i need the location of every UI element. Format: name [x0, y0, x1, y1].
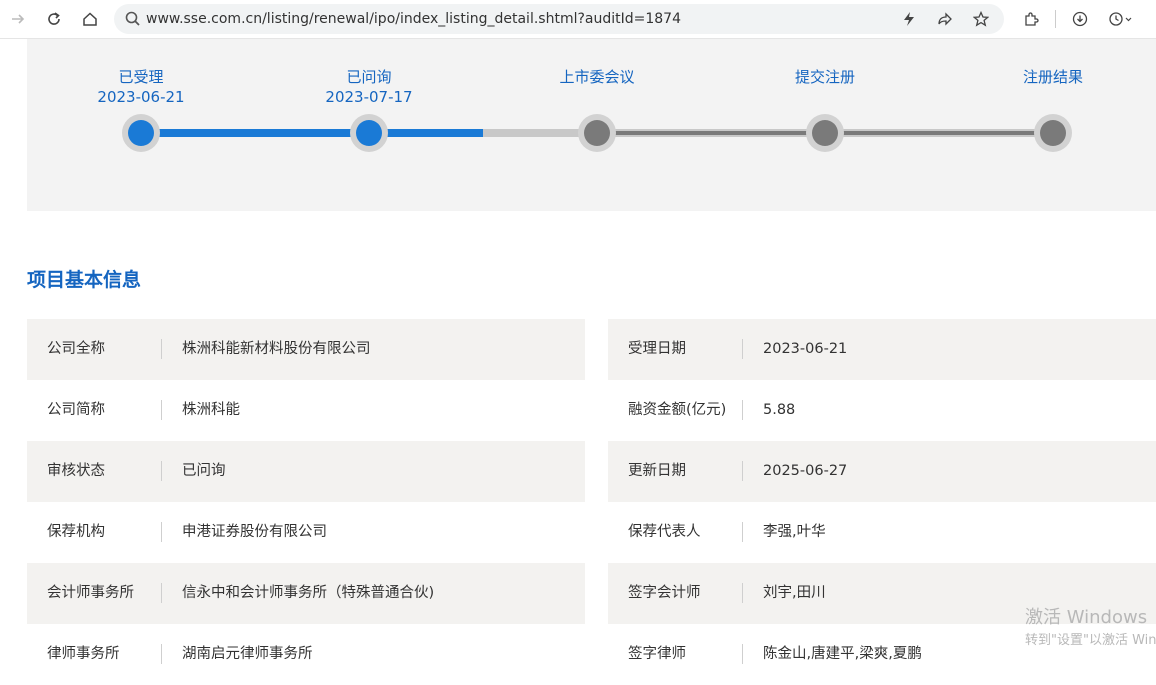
info-row-accounting-firm: 会计师事务所 信永中和会计师事务所（特殊普通合伙): [27, 563, 585, 624]
step-date: 2023-06-21: [97, 88, 185, 106]
info-label: 会计师事务所: [47, 585, 134, 601]
info-label: 更新日期: [628, 463, 686, 479]
info-value: 5.88: [763, 402, 796, 418]
history-icon[interactable]: [1106, 9, 1136, 29]
info-divider: [742, 522, 743, 542]
info-value: 株洲科能新材料股份有限公司: [182, 341, 371, 357]
step-name: 上市委会议: [559, 68, 635, 86]
info-row-company-name: 公司全称 株洲科能新材料股份有限公司: [27, 319, 585, 380]
info-row-company-short-name: 公司简称 株洲科能: [27, 380, 585, 441]
info-label: 保荐代表人: [628, 524, 701, 540]
info-divider: [161, 400, 162, 420]
info-value: 申港证券股份有限公司: [182, 524, 327, 540]
info-divider: [161, 461, 162, 481]
toolbar-divider: [1055, 10, 1056, 28]
step-name: 提交注册: [794, 68, 855, 86]
home-icon[interactable]: [79, 8, 101, 30]
info-value: 2023-06-21: [763, 341, 848, 357]
progress-track-fill: [141, 129, 483, 137]
step-label-accepted: 已受理 2023-06-21: [61, 67, 221, 107]
info-value: 已问询: [182, 463, 226, 479]
info-value: 2025-06-27: [763, 463, 848, 479]
step-name: 已受理: [118, 68, 164, 86]
info-divider: [742, 461, 743, 481]
address-bar[interactable]: www.sse.com.cn/listing/renewal/ipo/index…: [114, 4, 1004, 34]
step-dot-inquired: [350, 114, 388, 152]
info-row-accept-date: 受理日期 2023-06-21: [608, 319, 1156, 380]
info-row-review-status: 审核状态 已问询: [27, 441, 585, 502]
info-divider: [161, 522, 162, 542]
step-name: 已问询: [346, 68, 392, 86]
step-dot-listing-committee: [578, 114, 616, 152]
info-label: 签字会计师: [628, 585, 701, 601]
share-icon[interactable]: [936, 10, 954, 28]
info-row-sponsor: 保荐机构 申港证券股份有限公司: [27, 502, 585, 563]
info-divider: [742, 583, 743, 603]
info-divider: [161, 339, 162, 359]
step-name: 注册结果: [1022, 68, 1083, 86]
info-value: 李强,叶华: [763, 524, 826, 540]
info-value: 信永中和会计师事务所（特殊普通合伙): [182, 585, 435, 601]
info-value: 湖南启元律师事务所: [182, 646, 313, 662]
info-label: 受理日期: [628, 341, 686, 357]
step-date: 2023-07-17: [325, 88, 413, 106]
watermark-line-2: 转到"设置"以激活 Windows。: [1025, 633, 1156, 648]
watermark-line-1: 激活 Windows: [1025, 607, 1148, 628]
info-value: 陈金山,唐建平,梁爽,夏鹏: [763, 646, 922, 662]
info-row-law-firm: 律师事务所 湖南启元律师事务所: [27, 624, 585, 685]
download-icon[interactable]: [1070, 9, 1090, 29]
info-divider: [742, 339, 743, 359]
info-row-update-date: 更新日期 2025-06-27: [608, 441, 1156, 502]
reload-icon[interactable]: [43, 8, 65, 30]
section-title: 项目基本信息: [27, 269, 142, 291]
step-dot-submit-registration: [806, 114, 844, 152]
info-divider: [742, 644, 743, 664]
info-label: 律师事务所: [47, 646, 120, 662]
star-icon[interactable]: [972, 10, 990, 28]
windows-activation-watermark: 激活 Windows 转到"设置"以激活 Windows。: [1025, 606, 1156, 650]
step-dot-accepted: [122, 114, 160, 152]
step-label-submit-registration: 提交注册: [745, 67, 905, 87]
info-label: 审核状态: [47, 463, 105, 479]
browser-toolbar: www.sse.com.cn/listing/renewal/ipo/index…: [0, 0, 1156, 39]
step-label-listing-committee: 上市委会议: [517, 67, 677, 87]
info-label: 公司简称: [47, 402, 105, 418]
info-divider: [161, 644, 162, 664]
info-row-financing-amount: 融资金额(亿元) 5.88: [608, 380, 1156, 441]
step-label-inquired: 已问询 2023-07-17: [289, 67, 449, 107]
info-divider: [742, 400, 743, 420]
search-icon: [124, 10, 142, 28]
info-label: 签字律师: [628, 646, 686, 662]
lightning-icon[interactable]: [900, 10, 918, 28]
info-divider: [161, 583, 162, 603]
info-label: 保荐机构: [47, 524, 105, 540]
info-row-sponsor-representatives: 保荐代表人 李强,叶华: [608, 502, 1156, 563]
url-text[interactable]: www.sse.com.cn/listing/renewal/ipo/index…: [146, 11, 681, 27]
info-value: 刘宇,田川: [763, 585, 826, 601]
info-label: 公司全称: [47, 341, 105, 357]
info-label: 融资金额(亿元): [628, 402, 727, 418]
info-value: 株洲科能: [182, 402, 240, 418]
extensions-icon[interactable]: [1021, 9, 1041, 29]
step-dot-registration-result: [1034, 114, 1072, 152]
step-label-registration-result: 注册结果: [973, 67, 1133, 87]
forward-icon[interactable]: [7, 8, 29, 30]
